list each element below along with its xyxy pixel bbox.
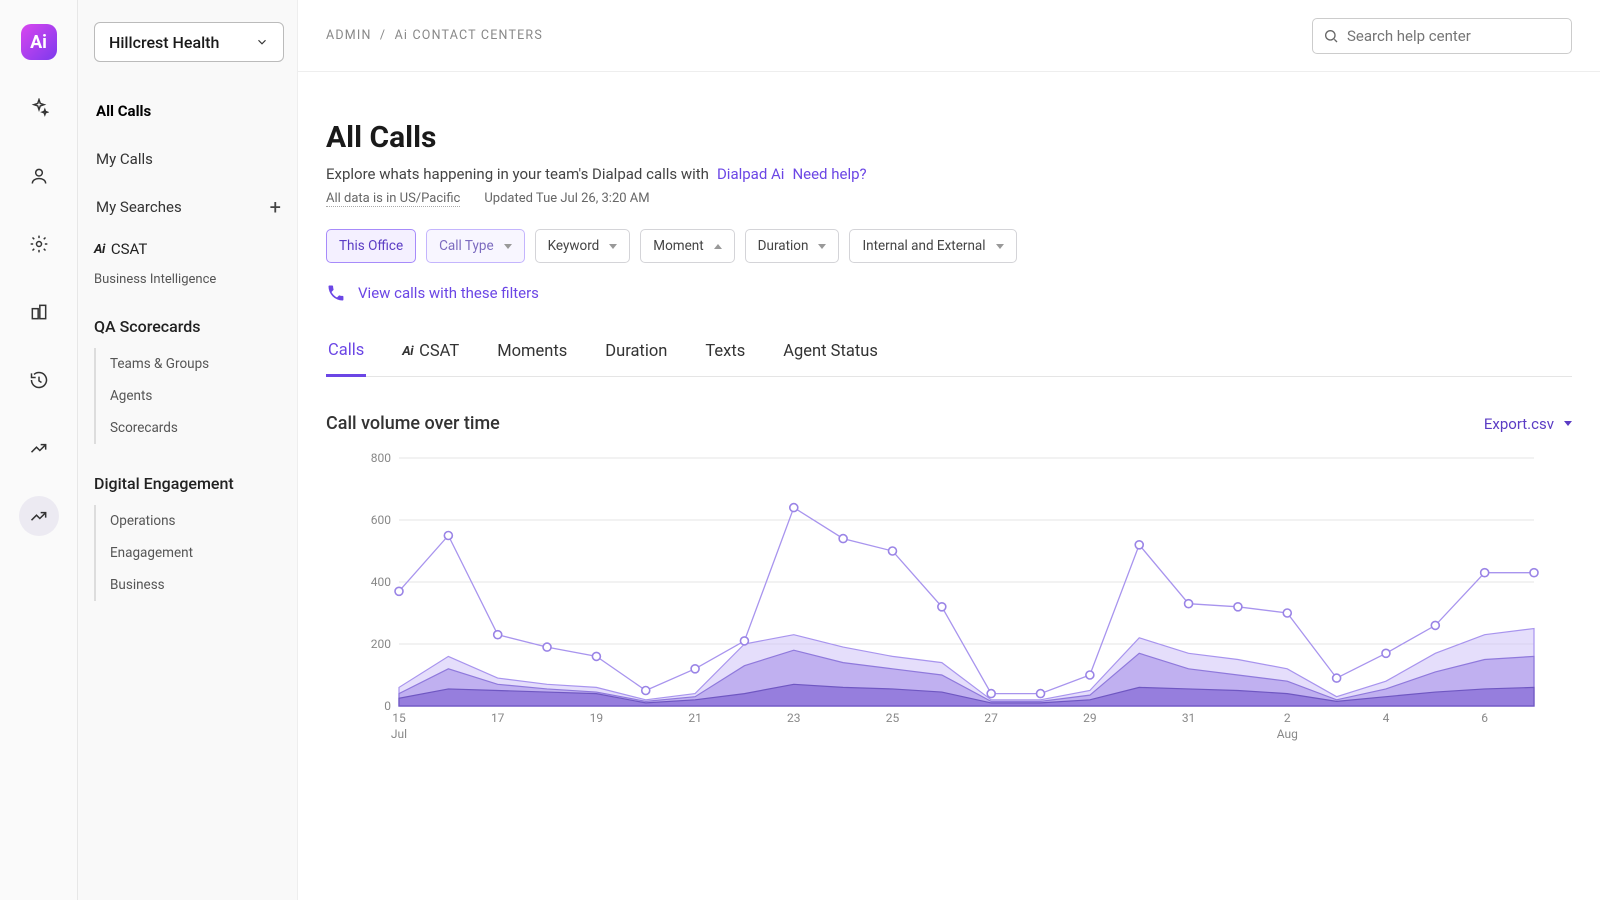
tab-moments[interactable]: Moments bbox=[495, 341, 569, 376]
svg-text:200: 200 bbox=[371, 637, 391, 651]
svg-text:400: 400 bbox=[371, 575, 391, 589]
export-csv-button[interactable]: Export.csv bbox=[1484, 415, 1572, 433]
svg-text:21: 21 bbox=[688, 711, 702, 725]
filter-scope[interactable]: Internal and External bbox=[849, 229, 1016, 263]
tab-duration[interactable]: Duration bbox=[603, 341, 669, 376]
svg-text:31: 31 bbox=[1182, 711, 1196, 725]
sidebar-item-engagement[interactable]: Enagagement bbox=[110, 537, 281, 569]
svg-text:6: 6 bbox=[1481, 711, 1488, 725]
filter-moment[interactable]: Moment bbox=[640, 229, 734, 263]
tab-agent-status[interactable]: Agent Status bbox=[781, 341, 880, 376]
trend-up-icon[interactable] bbox=[19, 428, 59, 468]
filter-duration[interactable]: Duration bbox=[745, 229, 840, 263]
org-name: Hillcrest Health bbox=[109, 33, 219, 52]
sidebar-section-qa[interactable]: QA Scorecards bbox=[94, 317, 281, 336]
need-help-link[interactable]: Need help? bbox=[792, 165, 866, 183]
svg-text:23: 23 bbox=[787, 711, 801, 725]
help-search[interactable] bbox=[1312, 18, 1572, 54]
chevron-down-icon bbox=[255, 35, 269, 49]
svg-text:0: 0 bbox=[384, 699, 391, 713]
buildings-icon[interactable] bbox=[19, 292, 59, 332]
page-title: All Calls bbox=[326, 120, 1572, 155]
tab-texts[interactable]: Texts bbox=[703, 341, 747, 376]
add-search-button[interactable]: + bbox=[270, 195, 281, 219]
sidebar-item-all-calls[interactable]: All Calls bbox=[94, 96, 281, 126]
breadcrumb-admin[interactable]: ADMIN bbox=[326, 28, 372, 43]
sidebar-item-csat[interactable]: Ai CSAT bbox=[94, 240, 281, 258]
sidebar-item-my-calls[interactable]: My Calls bbox=[94, 144, 281, 174]
breadcrumb-contact-centers[interactable]: Ai CONTACT CENTERS bbox=[395, 28, 543, 43]
filter-bar: This Office Call Type Keyword Moment Dur… bbox=[326, 229, 1572, 263]
svg-text:2: 2 bbox=[1284, 711, 1291, 725]
tab-csat[interactable]: AiCSAT bbox=[400, 341, 461, 376]
sidebar-item-bi[interactable]: Business Intelligence bbox=[94, 272, 281, 287]
sidebar-item-business[interactable]: Business bbox=[110, 569, 281, 601]
search-icon bbox=[1323, 28, 1339, 44]
gear-icon[interactable] bbox=[19, 224, 59, 264]
svg-text:25: 25 bbox=[886, 711, 900, 725]
sidebar-item-scorecards[interactable]: Scorecards bbox=[110, 412, 281, 444]
history-icon[interactable] bbox=[19, 360, 59, 400]
svg-text:27: 27 bbox=[984, 711, 998, 725]
svg-text:600: 600 bbox=[371, 513, 391, 527]
dialpad-ai-link[interactable]: Dialpad Ai bbox=[717, 165, 785, 183]
analytics-icon[interactable] bbox=[19, 496, 59, 536]
sparkle-icon[interactable] bbox=[19, 88, 59, 128]
filter-keyword[interactable]: Keyword bbox=[535, 229, 631, 263]
tabs: Calls AiCSAT Moments Duration Texts Agen… bbox=[326, 341, 1572, 377]
filter-call-type[interactable]: Call Type bbox=[426, 229, 525, 263]
sidebar-item-teams-groups[interactable]: Teams & Groups bbox=[110, 348, 281, 380]
help-search-input[interactable] bbox=[1347, 27, 1561, 45]
phone-icon bbox=[326, 283, 346, 303]
icon-rail: Ai bbox=[0, 0, 78, 900]
svg-text:15: 15 bbox=[392, 711, 406, 725]
svg-text:Aug: Aug bbox=[1277, 727, 1298, 741]
app-logo: Ai bbox=[21, 24, 57, 60]
page-subtitle: Explore whats happening in your team's D… bbox=[326, 165, 1572, 183]
breadcrumb: ADMIN / Ai CONTACT CENTERS bbox=[326, 28, 543, 43]
svg-text:Jul: Jul bbox=[391, 727, 407, 741]
svg-text:17: 17 bbox=[491, 711, 505, 725]
svg-text:800: 800 bbox=[371, 451, 391, 465]
tab-calls[interactable]: Calls bbox=[326, 341, 366, 377]
updated-at: Updated Tue Jul 26, 3:20 AM bbox=[484, 191, 649, 207]
timezone-note: All data is in US/Pacific bbox=[326, 191, 460, 207]
sidebar-item-agents[interactable]: Agents bbox=[110, 380, 281, 412]
filter-office[interactable]: This Office bbox=[326, 229, 416, 263]
ai-mark-icon: Ai bbox=[94, 242, 105, 257]
chart-title: Call volume over time bbox=[326, 413, 500, 434]
view-calls-link[interactable]: View calls with these filters bbox=[326, 283, 1572, 303]
sidebar: Hillcrest Health All Calls My Calls My S… bbox=[78, 0, 298, 900]
sidebar-item-operations[interactable]: Operations bbox=[110, 505, 281, 537]
topbar: ADMIN / Ai CONTACT CENTERS bbox=[298, 0, 1600, 72]
call-volume-chart: 0 200 400 600 800 15 17 19 21 23 25 27 29 31 2 4 6 Jul Aug bbox=[326, 448, 1572, 752]
sidebar-section-digital[interactable]: Digital Engagement bbox=[94, 474, 281, 493]
svg-text:19: 19 bbox=[590, 711, 604, 725]
svg-text:4: 4 bbox=[1383, 711, 1390, 725]
sidebar-item-my-searches[interactable]: My Searches bbox=[94, 192, 184, 222]
main: ADMIN / Ai CONTACT CENTERS All Calls Exp… bbox=[298, 0, 1600, 900]
svg-text:29: 29 bbox=[1083, 711, 1097, 725]
ai-mark-icon: Ai bbox=[402, 344, 413, 359]
person-icon[interactable] bbox=[19, 156, 59, 196]
org-selector[interactable]: Hillcrest Health bbox=[94, 22, 284, 62]
